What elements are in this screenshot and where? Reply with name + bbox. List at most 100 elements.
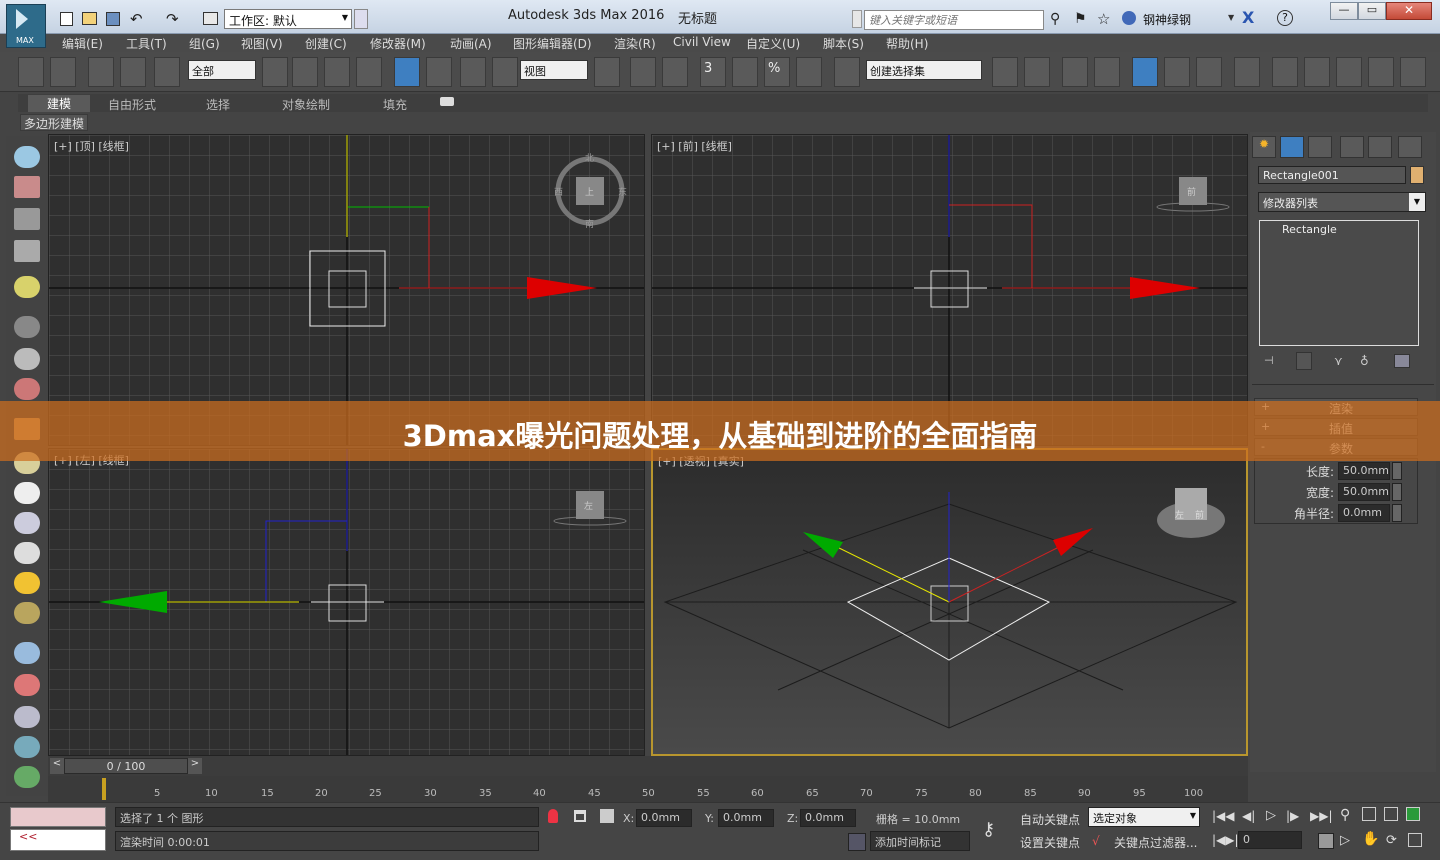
teapot-icon[interactable]: [14, 146, 40, 168]
save-icon[interactable]: [106, 12, 120, 26]
menu-item[interactable]: 动画(A): [450, 35, 492, 52]
sun-icon[interactable]: [14, 572, 40, 594]
toggle-ribbon-icon[interactable]: [1132, 57, 1158, 87]
open-file-icon[interactable]: [82, 12, 97, 25]
lock-icon[interactable]: [574, 810, 586, 822]
key-mode-toggle-icon[interactable]: |◀▶|: [1212, 833, 1239, 847]
viewport-left[interactable]: [+] [左] [线框] 左: [48, 448, 645, 756]
tab-object-paint[interactable]: 对象绘制: [282, 96, 330, 113]
menu-item[interactable]: 修改器(M): [370, 35, 426, 52]
isolate-selection-icon[interactable]: [548, 809, 558, 823]
track-bar[interactable]: 5 10 15 20 25 30 35 40 45 50 55 60 65 70…: [48, 776, 1248, 802]
go-to-end-icon[interactable]: ▶▶|: [1310, 809, 1333, 823]
keyboard-shortcut-icon[interactable]: [662, 57, 688, 87]
undo-icon[interactable]: [18, 57, 44, 87]
hierarchy-tab-icon[interactable]: [1308, 136, 1332, 158]
rotate-icon[interactable]: [426, 57, 452, 87]
modify-tab-icon[interactable]: [1280, 136, 1304, 158]
communication-icon[interactable]: ⚑: [1074, 11, 1087, 27]
redo-icon[interactable]: [50, 57, 76, 87]
undo-icon[interactable]: ↶: [130, 10, 143, 28]
mirror-icon[interactable]: [992, 57, 1018, 87]
angle-snap-icon[interactable]: [732, 57, 758, 87]
width-spinner[interactable]: 50.0mm: [1338, 483, 1390, 501]
rectangle-selection-icon[interactable]: [324, 57, 350, 87]
chevron-down-icon[interactable]: ▼: [1228, 13, 1234, 22]
maxscript-listener-white[interactable]: <<: [10, 829, 106, 851]
plant-icon[interactable]: [14, 766, 40, 788]
viewport-front[interactable]: [+] [前] [线框] 前: [651, 134, 1248, 446]
menu-item[interactable]: 帮助(H): [886, 35, 928, 52]
configure-modifier-sets-icon[interactable]: [1394, 354, 1410, 368]
viewcube-face-front[interactable]: 前: [1195, 508, 1204, 521]
make-unique-icon[interactable]: ⋎: [1334, 354, 1343, 368]
viewcube-face[interactable]: 左: [584, 499, 593, 512]
tab-populate[interactable]: 填充: [383, 96, 407, 113]
viewcube-face-left[interactable]: 左: [1175, 508, 1184, 521]
selection-filter-dropdown[interactable]: 全部: [188, 60, 256, 80]
zoom-extents-all-icon[interactable]: [1406, 807, 1420, 821]
render-iterative-icon[interactable]: [1368, 57, 1394, 87]
exchange-icon[interactable]: X: [1242, 8, 1254, 27]
menu-item[interactable]: 脚本(S): [823, 35, 864, 52]
go-to-start-icon[interactable]: |◀◀: [1212, 809, 1235, 823]
scale-icon[interactable]: [460, 57, 486, 87]
align-icon[interactable]: [1024, 57, 1050, 87]
material-editor-icon[interactable]: [1234, 57, 1260, 87]
maximize-button[interactable]: ▭: [1358, 2, 1386, 20]
render-camera-icon[interactable]: [14, 378, 40, 400]
zoom-extents-icon[interactable]: [1384, 807, 1398, 821]
render-production-icon[interactable]: [1336, 57, 1362, 87]
window-crossing-icon[interactable]: [356, 57, 382, 87]
object-name-field[interactable]: Rectangle001: [1258, 166, 1406, 184]
tab-selection[interactable]: 选择: [206, 96, 230, 113]
key-filters-button[interactable]: 关键点过滤器...: [1114, 834, 1197, 851]
edit-named-selection-icon[interactable]: [834, 57, 860, 87]
sphere-icon[interactable]: [14, 482, 40, 504]
pyramid-icon[interactable]: [14, 706, 40, 728]
time-configuration-icon[interactable]: [1318, 833, 1334, 849]
select-object-icon[interactable]: [262, 57, 288, 87]
viewport-top[interactable]: [+] [顶] [线框] 北 西 上 东 南: [48, 134, 645, 446]
percent-snap-icon[interactable]: %: [764, 57, 790, 87]
menu-item[interactable]: 创建(C): [305, 35, 347, 52]
snap-toggle-icon[interactable]: 3: [700, 57, 726, 87]
schematic-view-icon[interactable]: [1196, 57, 1222, 87]
next-key-icon[interactable]: |▶: [1286, 809, 1299, 823]
minimize-button[interactable]: —: [1330, 2, 1358, 20]
image-viewer-icon[interactable]: [14, 176, 40, 198]
render-setup-icon[interactable]: [1272, 57, 1298, 87]
object-color-swatch[interactable]: [1410, 166, 1424, 184]
corner-radius-spinner[interactable]: 0.0mm: [1338, 504, 1390, 522]
play-icon[interactable]: ▷: [1266, 808, 1276, 823]
select-by-name-icon[interactable]: [292, 57, 318, 87]
menu-item[interactable]: 工具(T): [126, 35, 167, 52]
current-frame-field[interactable]: 0: [1238, 831, 1302, 849]
zoom-all-icon[interactable]: [1362, 807, 1376, 821]
viewport-label[interactable]: [+] [顶] [线框]: [54, 138, 129, 154]
pin-stack-icon[interactable]: ⊣: [1264, 354, 1282, 368]
camera-icon[interactable]: [14, 316, 40, 338]
gear-icon[interactable]: [14, 736, 40, 758]
search-input[interactable]: [864, 10, 1044, 30]
next-frame-button[interactable]: >: [188, 758, 202, 774]
display-tab-icon[interactable]: [1368, 136, 1392, 158]
named-selection-set-dropdown[interactable]: 创建选择集: [866, 60, 982, 80]
zoom-icon[interactable]: ⚲: [1340, 807, 1350, 823]
menu-item[interactable]: 自定义(U): [746, 35, 800, 52]
place-icon[interactable]: [492, 57, 518, 87]
menu-item[interactable]: Civil View: [673, 35, 731, 49]
redo-icon[interactable]: ↷: [166, 10, 179, 28]
menu-item[interactable]: 组(G): [189, 35, 220, 52]
y-coordinate-field[interactable]: 0.0mm: [718, 809, 774, 827]
tab-freeform[interactable]: 自由形式: [108, 96, 156, 113]
rendered-frame-window-icon[interactable]: [1304, 57, 1330, 87]
z-coordinate-field[interactable]: 0.0mm: [800, 809, 856, 827]
create-tab-icon[interactable]: ✹: [1252, 136, 1276, 158]
spinner-snap-icon[interactable]: [796, 57, 822, 87]
x-coordinate-field[interactable]: 0.0mm: [636, 809, 692, 827]
ribbon-options-button[interactable]: [440, 97, 454, 106]
molecule-icon[interactable]: [14, 674, 40, 696]
new-file-icon[interactable]: [60, 12, 73, 26]
app-logo[interactable]: MAX: [6, 4, 46, 48]
